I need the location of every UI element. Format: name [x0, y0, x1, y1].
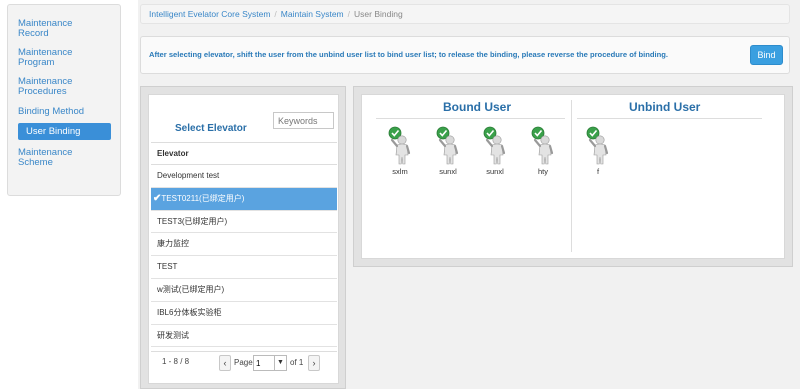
breadcrumb-separator: / [274, 9, 277, 19]
keywords-search-input[interactable] [273, 112, 334, 129]
sidebar-item-maintenance-scheme[interactable]: Maintenance Scheme [18, 148, 111, 168]
user-binding-card: Bound User Unbind User sxlm sunxl sunxl hty… [361, 94, 785, 259]
sidebar-item-maintenance-program[interactable]: Maintenance Program [18, 48, 111, 68]
elevator-row-label: w测试(已绑定用户) [157, 284, 225, 294]
breadcrumb: Intelligent Evelator Core System / Maintai… [140, 4, 790, 24]
instruction-notice: After selecting elevator, shift the user… [140, 36, 790, 74]
unbind-user-divider [577, 118, 762, 119]
prev-page-button[interactable]: ‹ [219, 355, 231, 371]
user-figure-icon [388, 126, 411, 165]
user-binding-panel: Bound User Unbind User sxlm sunxl sunxl hty… [353, 86, 793, 267]
sidebar-item-binding-method[interactable]: Binding Method [18, 107, 111, 117]
unbind-user-item[interactable] [584, 126, 612, 169]
elevator-row-label: Development test [157, 171, 220, 180]
elevator-row[interactable]: ✔TEST0211(已绑定用户) [151, 187, 337, 211]
bind-button[interactable]: Bind [750, 45, 783, 65]
select-elevator-title: Select Elevator [175, 123, 247, 134]
elevator-row-label: TEST [157, 262, 178, 272]
elevator-row-label: 研发测试 [157, 330, 189, 340]
unbind-user-title: Unbind User [629, 100, 701, 114]
next-page-button[interactable]: › [308, 355, 320, 371]
unbind-user-name: f [596, 167, 600, 176]
page-number-input[interactable] [253, 355, 275, 371]
elevator-row[interactable]: 研发测试 [151, 325, 337, 348]
bound-user-divider [376, 118, 565, 119]
sidebar-item-maintenance-procedures[interactable]: Maintenance Procedures [18, 77, 111, 97]
elevator-column-header: Elevator [151, 142, 337, 165]
sidebar-item-label: Program [18, 57, 55, 68]
elevator-row[interactable]: IBL6分体板实验柜 [151, 302, 337, 325]
main-content: Intelligent Evelator Core System / Maintai… [138, 0, 800, 389]
breadcrumb-link-core-system[interactable]: Intelligent Evelator Core System [149, 9, 270, 19]
page-dropdown-button[interactable]: ▼ [275, 355, 287, 371]
elevator-row-label: IBL6分体板实验柜 [157, 307, 222, 317]
elevator-row[interactable]: w测试(已绑定用户) [151, 279, 337, 302]
select-elevator-panel: Select Elevator Elevator Development tes… [140, 86, 346, 389]
elevator-row-label: TEST3(已绑定用户) [157, 216, 228, 226]
sidebar-item-maintenance-record[interactable]: Maintenance Record [18, 19, 111, 39]
page-label: Page [234, 358, 253, 367]
pager: 1 - 8 / 8 ‹ Page ▼ of 1 › [151, 351, 337, 375]
sidebar-item-user-binding[interactable]: User Binding [18, 123, 111, 140]
bound-user-name: sunxl [486, 167, 504, 176]
bound-user-name: sxlm [392, 167, 408, 176]
sidebar-item-label: Procedures [18, 86, 67, 97]
user-figure-icon [483, 126, 506, 165]
bound-user-item[interactable] [529, 126, 557, 169]
column-separator [571, 100, 572, 252]
bound-user-name: hty [537, 167, 548, 176]
user-figure-icon [436, 126, 459, 165]
sidebar-nav: Maintenance Record Maintenance Program M… [7, 4, 121, 196]
elevator-row[interactable]: TEST3(已绑定用户) [151, 211, 337, 234]
user-figure-icon [586, 126, 609, 165]
bound-user-item[interactable] [481, 126, 509, 169]
bound-user-title: Bound User [443, 100, 512, 114]
elevator-row-label: 康力监控 [157, 239, 189, 249]
elevator-row[interactable]: Development test [151, 165, 337, 188]
user-figure-icon [531, 126, 554, 165]
instruction-text: After selecting elevator, shift the user… [149, 50, 669, 59]
page-total-label: of 1 [290, 358, 304, 367]
bound-user-item[interactable] [386, 126, 414, 169]
elevator-row[interactable]: 康力监控 [151, 233, 337, 257]
breadcrumb-link-maintain-system[interactable]: Maintain System [281, 9, 344, 19]
breadcrumb-current: User Binding [354, 9, 403, 19]
select-elevator-card: Select Elevator Elevator Development tes… [148, 94, 339, 384]
elevator-row[interactable]: TEST [151, 256, 337, 279]
breadcrumb-separator: / [347, 9, 351, 19]
bound-user-name: sunxl [439, 167, 457, 176]
sidebar-item-label: User Binding [26, 126, 81, 137]
sidebar-item-label: Binding Method [18, 106, 85, 117]
pager-count: 1 - 8 / 8 [162, 357, 190, 366]
sidebar-item-label: Record [18, 28, 49, 39]
elevator-list: Development test ✔TEST0211(已绑定用户) TEST3(已绑… [151, 165, 337, 348]
sidebar-item-label: Scheme [18, 157, 53, 168]
bound-user-item[interactable] [434, 126, 462, 169]
elevator-row-label: TEST0211(已绑定用户) [161, 193, 245, 203]
